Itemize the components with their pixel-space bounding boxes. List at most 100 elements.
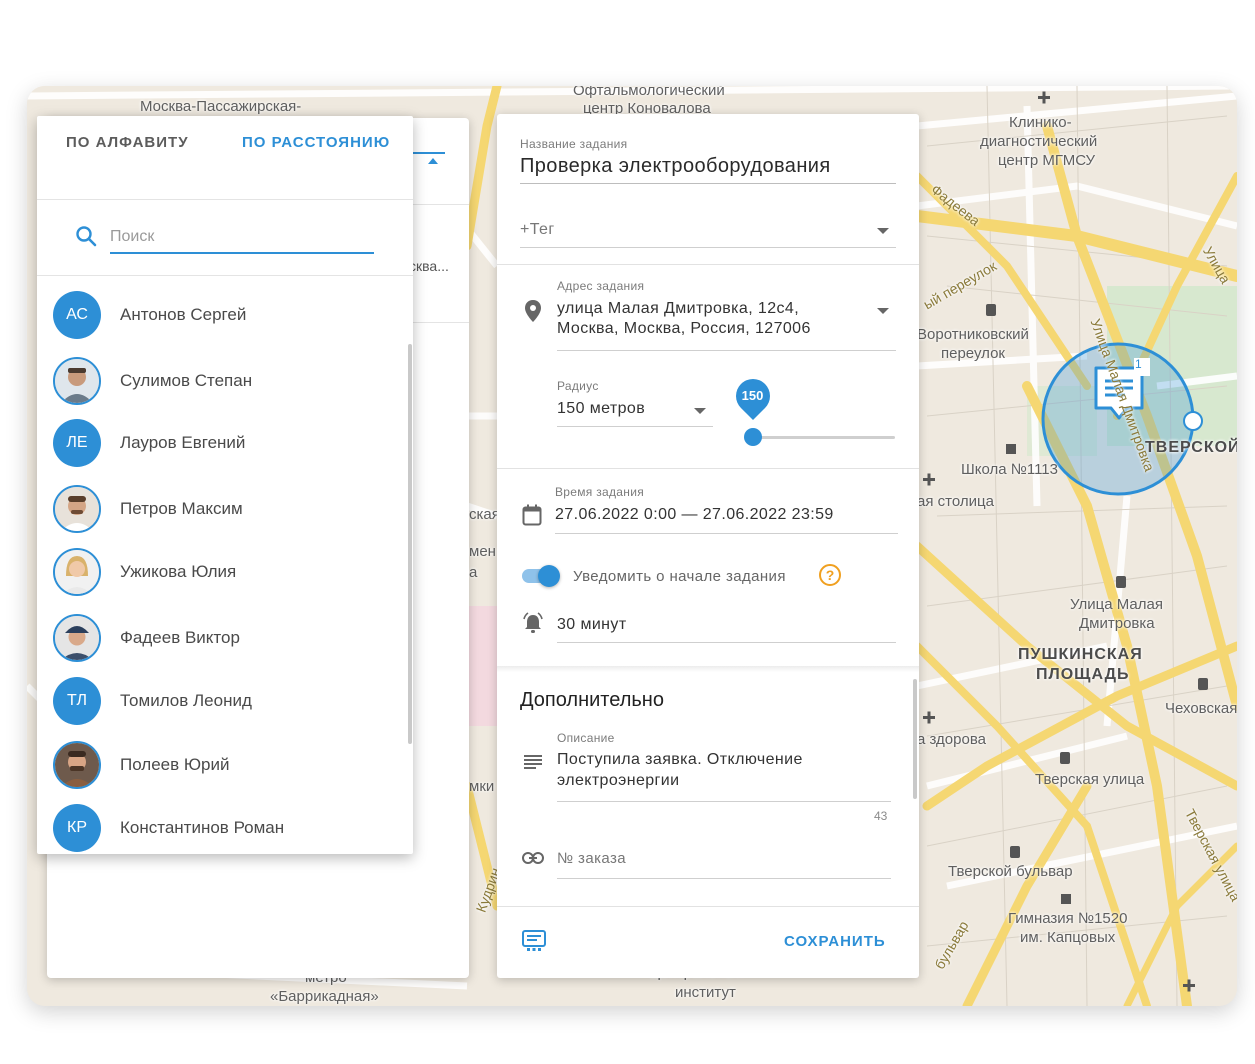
- employee-name: Петров Максим: [120, 499, 243, 518]
- notify-toggle[interactable]: [522, 565, 560, 587]
- map-label: Москва-Пассажирская-: [140, 98, 302, 115]
- help-icon[interactable]: ?: [819, 564, 841, 586]
- time-range[interactable]: 27.06.2022 0:00 — 27.06.2022 23:59: [555, 506, 834, 524]
- task-name-input[interactable]: Проверка электрооборудования: [520, 155, 831, 178]
- reminder-select[interactable]: 30 минут: [557, 616, 627, 634]
- map-label: Улица Малая: [1070, 596, 1163, 613]
- map-label: им. Капцовых: [1020, 929, 1116, 946]
- map-label: а здорова: [917, 731, 986, 748]
- link-icon: [522, 852, 544, 864]
- map-label: Дмитровка: [1079, 615, 1155, 632]
- map-label: переулок: [941, 345, 1005, 362]
- map-label: центр МГМСУ: [998, 152, 1096, 169]
- map-label: а: [469, 564, 478, 581]
- form-scrollbar[interactable]: [913, 679, 917, 799]
- tab-alphabetical[interactable]: ПО АЛФАВИТУ: [66, 134, 189, 151]
- radius-handle[interactable]: [1184, 412, 1202, 430]
- save-button[interactable]: СОХРАНИТЬ: [784, 933, 886, 950]
- map-label: Тверская улица: [1035, 771, 1145, 788]
- employee-name: Томилов Леонид: [120, 691, 252, 710]
- underline: [555, 533, 898, 534]
- description-line-2[interactable]: электроэнергии: [557, 772, 679, 790]
- employee-name: Ужикова Юлия: [120, 562, 237, 581]
- template-icon[interactable]: [522, 930, 546, 952]
- task-name-label: Название задания: [520, 137, 628, 151]
- avatar-photo: [53, 614, 101, 662]
- map-label: мки: [469, 778, 495, 795]
- map-label: Школа №1113: [961, 461, 1058, 478]
- map-label: ПУШКИНСКАЯ: [1018, 646, 1143, 663]
- chevron-down-icon[interactable]: [694, 408, 706, 414]
- map-label: Офтальмологический: [573, 86, 725, 99]
- char-counter: 43: [874, 809, 888, 823]
- underline: [557, 642, 896, 643]
- divider: [497, 666, 919, 672]
- map-label: институт: [675, 984, 736, 1001]
- map-label: ТВЕРСКОЙ: [1145, 439, 1237, 456]
- radius-slider-handle[interactable]: [743, 428, 762, 446]
- underline: [557, 350, 896, 351]
- employee-name: Сулимов Степан: [120, 371, 253, 390]
- radius-select[interactable]: 150 метров: [557, 400, 645, 418]
- underline: [557, 878, 891, 879]
- calendar-icon: [522, 504, 542, 526]
- order-number-input[interactable]: № заказа: [557, 850, 626, 867]
- employee-item[interactable]: Полеев Юрий: [37, 735, 413, 795]
- section-title-additional: Дополнительно: [520, 689, 664, 711]
- chevron-down-icon[interactable]: [877, 308, 889, 314]
- time-label: Время задания: [555, 485, 645, 499]
- list-item-text: сква...: [409, 258, 449, 274]
- tag-select[interactable]: +Тег: [520, 221, 555, 239]
- map-label: ская: [469, 506, 500, 523]
- radius-slider-track[interactable]: [745, 436, 895, 439]
- chevron-down-icon[interactable]: [877, 228, 889, 234]
- map-label: ая столица: [917, 493, 994, 510]
- avatar-photo: [53, 357, 101, 405]
- map-label: Гимназия №1520: [1008, 910, 1128, 927]
- underline: [520, 183, 896, 184]
- underline: [557, 426, 713, 427]
- employee-item[interactable]: АС Антонов Сергей: [37, 285, 413, 345]
- tab-distance[interactable]: ПО РАССТОЯНИЮ: [242, 134, 390, 151]
- app-frame: Москва-Пассажирская- Офтальмологический …: [27, 86, 1237, 1006]
- employee-item[interactable]: Фадеев Виктор: [37, 608, 413, 668]
- bell-alarm-icon: [523, 612, 543, 633]
- scrollbar[interactable]: [408, 344, 412, 744]
- toggle-knob: [538, 565, 560, 587]
- avatar: ТЛ: [53, 677, 101, 725]
- sort-arrow-icon[interactable]: [428, 158, 438, 164]
- avatar-photo: [53, 485, 101, 533]
- employee-item[interactable]: КР Константинов Роман: [37, 798, 413, 854]
- avatar: АС: [53, 291, 101, 339]
- underline: [557, 801, 891, 802]
- map-label: мен: [469, 543, 496, 560]
- employee-name: Лауров Евгений: [120, 433, 246, 452]
- search-icon: [76, 226, 97, 247]
- employee-item[interactable]: ТЛ Томилов Леонид: [37, 671, 413, 731]
- employee-name: Антонов Сергей: [120, 305, 247, 324]
- description-label: Описание: [557, 731, 615, 745]
- search-input[interactable]: [110, 222, 374, 254]
- employee-item[interactable]: ЛЕ Лауров Евгений: [37, 413, 413, 473]
- sort-tabs: ПО АЛФАВИТУ ПО РАССТОЯНИЮ: [37, 116, 413, 200]
- address-line-1[interactable]: улица Малая Дмитровка, 12с4,: [557, 300, 799, 318]
- map-label: Тверской бульвар: [948, 863, 1073, 880]
- address-label: Адрес задания: [557, 279, 645, 293]
- employee-item[interactable]: Ужикова Юлия: [37, 542, 413, 602]
- employee-name: Фадеев Виктор: [120, 628, 240, 647]
- description-line-1[interactable]: Поступила заявка. Отключение: [557, 751, 803, 769]
- employee-name: Полеев Юрий: [120, 755, 230, 774]
- sort-underline: [409, 152, 445, 154]
- employee-item[interactable]: Сулимов Степан: [37, 351, 413, 411]
- address-line-2[interactable]: Москва, Москва, Россия, 127006: [557, 320, 811, 338]
- text-lines-icon: [524, 755, 542, 769]
- map-label: Клинико-: [1009, 114, 1072, 131]
- task-form: Название задания Проверка электрооборудо…: [497, 114, 919, 978]
- radius-label: Радиус: [557, 379, 599, 393]
- slider-value: 150: [741, 388, 764, 403]
- avatar: КР: [53, 804, 101, 852]
- task-marker[interactable]: [1090, 358, 1148, 420]
- employee-name: Константинов Роман: [120, 818, 285, 837]
- employee-item[interactable]: Петров Максим: [37, 479, 413, 539]
- map-label: диагностический: [980, 133, 1098, 150]
